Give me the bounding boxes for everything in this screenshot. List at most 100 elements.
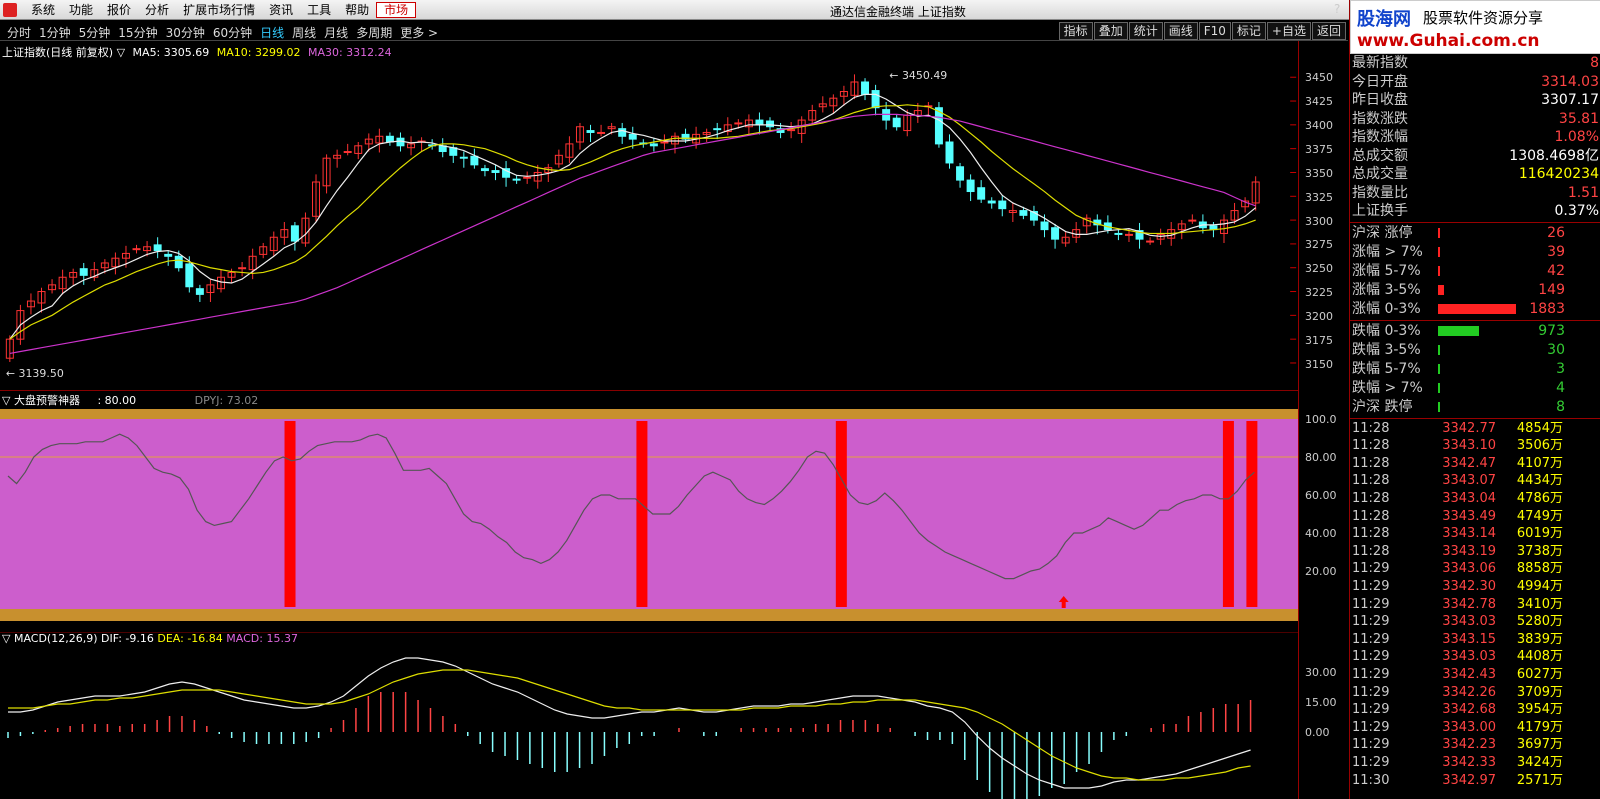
toolbar-button[interactable]: 画线 xyxy=(1163,22,1198,40)
tick-row[interactable]: 11:29 3343.03 5280万 xyxy=(1350,613,1600,631)
period-tab[interactable]: 更多 > xyxy=(396,24,442,41)
menu-item[interactable]: 市场 xyxy=(376,2,417,18)
candle xyxy=(491,170,500,173)
tick-volume: 3709万 xyxy=(1516,684,1563,700)
period-tab[interactable]: 周线 xyxy=(288,24,320,41)
tick-time: 11:29 xyxy=(1352,754,1390,770)
tick-row[interactable]: 11:29 3342.43 6027万 xyxy=(1350,666,1600,684)
tick-row[interactable]: 11:28 3343.10 3506万 xyxy=(1350,437,1600,455)
tick-row[interactable]: 11:29 3342.78 3410万 xyxy=(1350,596,1600,614)
tick-time: 11:28 xyxy=(1352,438,1390,454)
candle xyxy=(628,133,637,140)
toolbar-button[interactable]: 叠加 xyxy=(1093,22,1128,40)
breadth-label: 涨幅 3-5% xyxy=(1352,281,1421,298)
indicator-axis-tick: 20.00 xyxy=(1305,565,1337,578)
toolbar-button[interactable]: 统计 xyxy=(1128,22,1163,40)
tick-price: 3343.07 xyxy=(1442,473,1496,489)
menu-item[interactable]: 扩展市场行情 xyxy=(176,2,262,18)
tick-row[interactable]: 11:28 3342.47 4107万 xyxy=(1350,455,1600,473)
price-axis-tick: 3350 xyxy=(1305,166,1333,180)
help-icon[interactable]: ? xyxy=(1334,2,1340,16)
tick-time: 11:28 xyxy=(1352,420,1390,436)
price-candlestick-chart[interactable]: ← 3450.49 ← 3139.50 xyxy=(0,41,1298,391)
price-axis-tick: 3425 xyxy=(1305,95,1333,109)
watermark-url: www.Guhai.com.cn xyxy=(1357,31,1540,51)
tick-row[interactable]: 11:29 3342.33 3424万 xyxy=(1350,754,1600,772)
menu-item[interactable]: 系统 xyxy=(24,2,62,18)
period-tab[interactable]: 月线 xyxy=(320,24,352,41)
breadth-row: 沪深 涨停 26 xyxy=(1350,224,1600,243)
quote-row: 昨日收盘 3307.17 xyxy=(1350,91,1600,110)
price-axis-tick: 3300 xyxy=(1305,214,1333,228)
price-axis-tick: 3175 xyxy=(1305,334,1333,347)
period-tab[interactable]: 60分钟 xyxy=(209,24,256,41)
price-axis-tick: 3275 xyxy=(1305,238,1333,252)
toolbar-button[interactable]: +自选 xyxy=(1266,22,1311,40)
period-tab[interactable]: 15分钟 xyxy=(114,24,161,41)
tick-row[interactable]: 11:28 3343.14 6019万 xyxy=(1350,525,1600,543)
toolbar-button[interactable]: 指标 xyxy=(1058,22,1093,40)
toolbar-button[interactable]: 标记 xyxy=(1231,22,1266,40)
period-tab[interactable]: 分时 xyxy=(3,24,35,41)
tick-row[interactable]: 11:28 3342.77 4854万 xyxy=(1350,420,1600,438)
tick-volume: 4854万 xyxy=(1516,420,1563,436)
quote-row: 指数涨幅 1.08% xyxy=(1350,128,1600,147)
tick-time: 11:28 xyxy=(1352,543,1390,559)
tick-row[interactable]: 11:29 3343.06 8858万 xyxy=(1350,560,1600,578)
tick-row[interactable]: 11:28 3343.49 4749万 xyxy=(1350,508,1600,526)
tick-price: 3342.26 xyxy=(1442,684,1496,700)
menu-item[interactable]: 功能 xyxy=(62,2,100,18)
warning-indicator-chart[interactable] xyxy=(0,405,1298,631)
macd-chart[interactable] xyxy=(0,632,1298,799)
tick-time: 11:29 xyxy=(1352,614,1390,630)
menu-item[interactable]: 帮助 xyxy=(338,2,376,18)
tick-row[interactable]: 11:29 3343.15 3839万 xyxy=(1350,631,1600,649)
menu-item[interactable]: 工具 xyxy=(300,2,338,18)
app-logo-icon[interactable] xyxy=(3,3,17,17)
tick-row[interactable]: 11:29 3342.30 4994万 xyxy=(1350,578,1600,596)
divider xyxy=(1350,417,1600,419)
candle xyxy=(892,117,901,128)
tick-row[interactable]: 11:28 3343.07 4434万 xyxy=(1350,472,1600,490)
tick-row[interactable]: 11:29 3342.26 3709万 xyxy=(1350,684,1600,702)
price-axis-tick: 3200 xyxy=(1305,310,1333,324)
quote-row: 最新指数 8 xyxy=(1350,54,1600,73)
menu-item[interactable]: 资讯 xyxy=(262,2,300,18)
candle xyxy=(586,130,595,133)
tick-row[interactable]: 11:29 3343.03 4408万 xyxy=(1350,648,1600,666)
breadth-row: 涨幅 > 7% 39 xyxy=(1350,243,1600,262)
menu-items: 系统 功能 报价 分析 扩展市场行情 资讯 工具 帮助 市场 xyxy=(24,2,417,18)
tick-time: 11:29 xyxy=(1352,666,1390,682)
tick-row[interactable]: 11:29 3342.68 3954万 xyxy=(1350,701,1600,719)
quote-label: 今日开盘 xyxy=(1352,73,1408,90)
tick-time: 11:29 xyxy=(1352,702,1390,718)
period-tab[interactable]: 日线 xyxy=(256,24,288,41)
toolbar-button[interactable]: 返回 xyxy=(1311,22,1346,40)
candle xyxy=(1114,232,1123,235)
tick-volume: 3954万 xyxy=(1516,702,1563,718)
candle xyxy=(618,128,627,137)
toolbar-button[interactable]: F10 xyxy=(1198,22,1231,40)
breadth-row: 跌幅 > 7% 4 xyxy=(1350,379,1600,398)
breadth-bar xyxy=(1438,363,1440,374)
quote-row: 指数量比 1.51 xyxy=(1350,184,1600,203)
tick-row[interactable]: 11:30 3342.97 2571万 xyxy=(1350,772,1600,790)
tick-row[interactable]: 11:29 3342.23 3697万 xyxy=(1350,736,1600,754)
period-tab[interactable]: 1分钟 xyxy=(35,24,75,41)
quote-row: 指数涨跌 35.81 xyxy=(1350,110,1600,129)
tick-row[interactable]: 11:28 3343.04 4786万 xyxy=(1350,490,1600,508)
candle xyxy=(998,200,1007,210)
breadth-label: 涨幅 > 7% xyxy=(1352,243,1423,260)
tick-row[interactable]: 11:28 3343.19 3738万 xyxy=(1350,543,1600,561)
period-tab[interactable]: 多周期 xyxy=(352,24,396,41)
quote-label: 总成交量 xyxy=(1352,166,1408,182)
period-tab[interactable]: 5分钟 xyxy=(75,24,115,41)
period-tab[interactable]: 30分钟 xyxy=(162,24,209,41)
quote-value: 35.81 xyxy=(1558,110,1599,127)
menu-item[interactable]: 分析 xyxy=(138,2,176,18)
breadth-label: 跌幅 5-7% xyxy=(1352,360,1421,377)
tick-price: 3342.97 xyxy=(1442,772,1496,788)
candle xyxy=(861,81,870,95)
tick-row[interactable]: 11:29 3343.00 4179万 xyxy=(1350,719,1600,737)
menu-item[interactable]: 报价 xyxy=(100,2,138,18)
